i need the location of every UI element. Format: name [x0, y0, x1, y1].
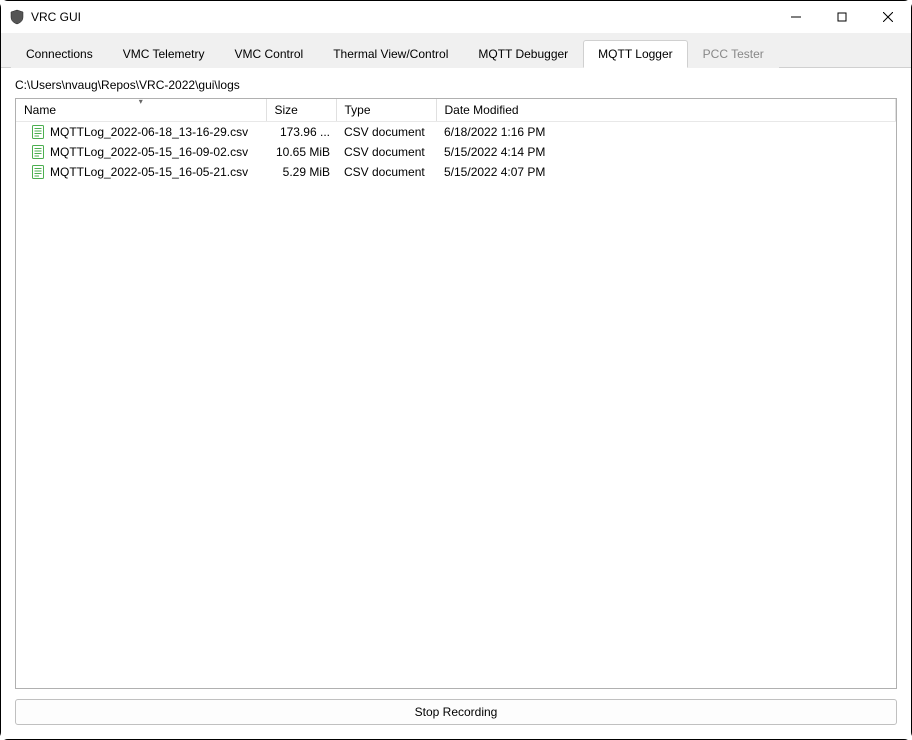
csv-file-icon — [30, 164, 46, 180]
column-header-date[interactable]: Date Modified — [436, 99, 896, 122]
file-type-cell: CSV document — [336, 122, 436, 143]
table-row[interactable]: MQTTLog_2022-05-15_16-09-02.csv 10.65 MiB… — [16, 142, 896, 162]
column-header-size[interactable]: Size — [266, 99, 336, 122]
file-date-cell: 6/18/2022 1:16 PM — [436, 122, 896, 143]
window-controls — [773, 1, 911, 33]
window-title: VRC GUI — [31, 10, 773, 24]
file-size-cell: 173.96 ... — [266, 122, 336, 143]
file-name-label: MQTTLog_2022-05-15_16-05-21.csv — [50, 165, 248, 179]
tab-connections[interactable]: Connections — [11, 40, 108, 68]
column-header-name[interactable]: Name ▾ — [16, 99, 266, 122]
file-date-cell: 5/15/2022 4:07 PM — [436, 162, 896, 182]
file-table: Name ▾ Size Type Date Modified MQTTLog_2… — [16, 99, 896, 182]
file-size-cell: 10.65 MiB — [266, 142, 336, 162]
file-name-cell: MQTTLog_2022-05-15_16-09-02.csv — [16, 142, 266, 162]
file-type-cell: CSV document — [336, 142, 436, 162]
tab-vmc-telemetry[interactable]: VMC Telemetry — [108, 40, 220, 68]
file-type-cell: CSV document — [336, 162, 436, 182]
column-header-size-label: Size — [275, 103, 298, 117]
file-date-cell: 5/15/2022 4:14 PM — [436, 142, 896, 162]
tab-vmc-control[interactable]: VMC Control — [220, 40, 319, 68]
minimize-button[interactable] — [773, 1, 819, 33]
sort-indicator-icon: ▾ — [139, 98, 143, 106]
tab-mqtt-debugger[interactable]: MQTT Debugger — [463, 40, 583, 68]
file-list-panel[interactable]: Name ▾ Size Type Date Modified MQTTLog_2… — [15, 98, 897, 689]
column-header-date-label: Date Modified — [445, 103, 519, 117]
tab-mqtt-logger[interactable]: MQTT Logger — [583, 40, 687, 68]
app-icon — [9, 9, 25, 25]
close-button[interactable] — [865, 1, 911, 33]
column-header-type-label: Type — [345, 103, 371, 117]
csv-file-icon — [30, 124, 46, 140]
file-name-label: MQTTLog_2022-06-18_13-16-29.csv — [50, 125, 248, 139]
tab-pcc-tester: PCC Tester — [688, 40, 779, 68]
csv-file-icon — [30, 144, 46, 160]
column-header-type[interactable]: Type — [336, 99, 436, 122]
titlebar: VRC GUI — [1, 1, 911, 33]
column-header-name-label: Name — [24, 103, 56, 117]
file-name-label: MQTTLog_2022-05-15_16-09-02.csv — [50, 145, 248, 159]
file-name-cell: MQTTLog_2022-05-15_16-05-21.csv — [16, 162, 266, 182]
path-label: C:\Users\nvaug\Repos\VRC-2022\gui\logs — [15, 74, 897, 98]
table-row[interactable]: MQTTLog_2022-06-18_13-16-29.csv 173.96 ..… — [16, 122, 896, 143]
maximize-button[interactable] — [819, 1, 865, 33]
table-row[interactable]: MQTTLog_2022-05-15_16-05-21.csv 5.29 MiBC… — [16, 162, 896, 182]
file-size-cell: 5.29 MiB — [266, 162, 336, 182]
tab-bar: ConnectionsVMC TelemetryVMC ControlTherm… — [1, 33, 911, 68]
stop-recording-button[interactable]: Stop Recording — [15, 699, 897, 725]
file-name-cell: MQTTLog_2022-06-18_13-16-29.csv — [16, 122, 266, 142]
tab-thermal-view-control[interactable]: Thermal View/Control — [318, 40, 463, 68]
tab-content: C:\Users\nvaug\Repos\VRC-2022\gui\logs N… — [1, 68, 911, 739]
